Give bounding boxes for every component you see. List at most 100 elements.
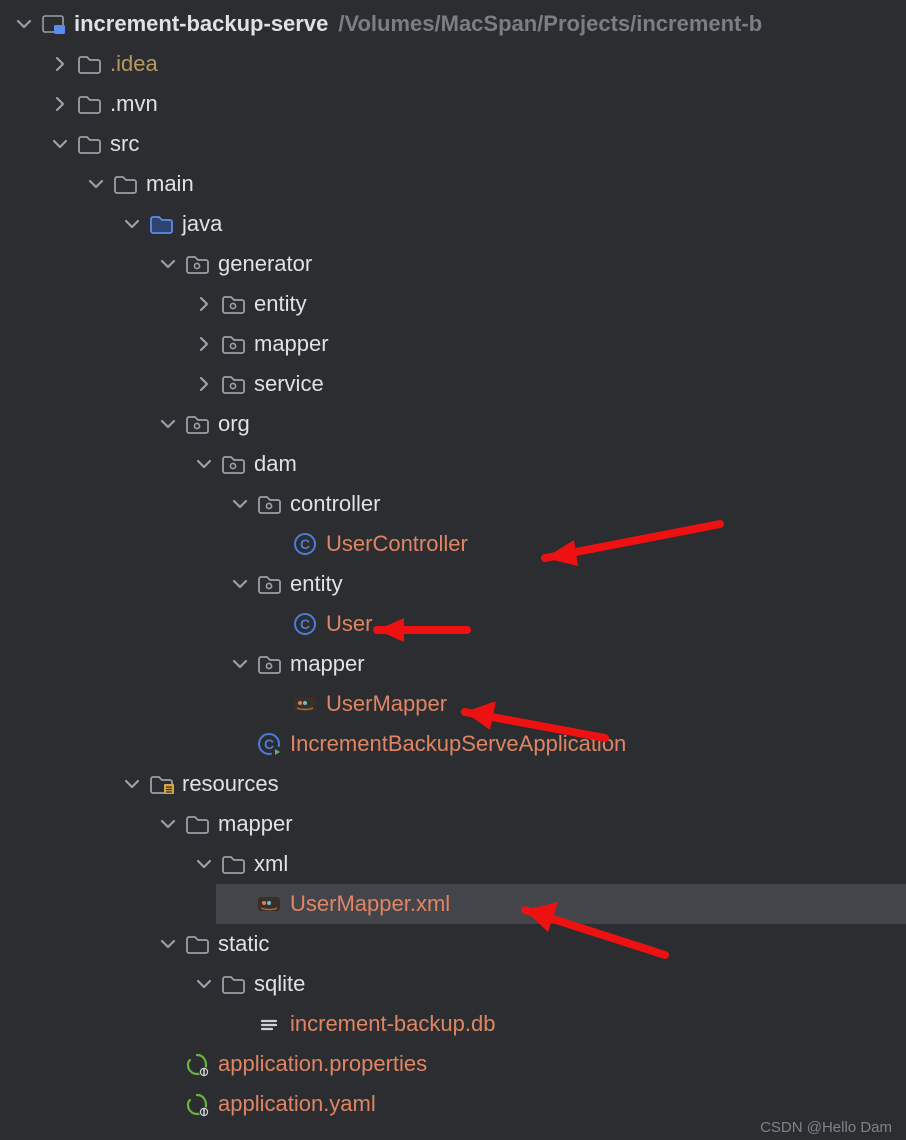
tree-item-label: entity (254, 291, 307, 317)
chevron-down-icon (158, 934, 178, 954)
tree-item-label: java (182, 211, 222, 237)
tree-item-label: application.yaml (218, 1091, 376, 1117)
tree-item-gen-service[interactable]: service (180, 364, 906, 404)
package-icon (184, 251, 210, 277)
tree-item-mapper-res[interactable]: mapper (144, 804, 906, 844)
tree-item-controller[interactable]: controller (216, 484, 906, 524)
tree-item-label: mapper (254, 331, 329, 357)
tree-item-mvn[interactable]: .mvn (36, 84, 906, 124)
tree-item-db-file[interactable]: increment-backup.db (216, 1004, 906, 1044)
tree-item-label: User (326, 611, 372, 637)
spring-config-icon (184, 1051, 210, 1077)
project-tree[interactable]: increment-backup-serve /Volumes/MacSpan/… (0, 0, 906, 1124)
tree-item-label: service (254, 371, 324, 397)
tree-item-path: /Volumes/MacSpan/Projects/increment-b (338, 11, 762, 37)
package-icon (220, 331, 246, 357)
tree-item-generator[interactable]: generator (144, 244, 906, 284)
folder-icon (76, 91, 102, 117)
class-icon (292, 531, 318, 557)
mybatis-icon (292, 691, 318, 717)
tree-item-label: IncrementBackupServeApplication (290, 731, 626, 757)
tree-item-java[interactable]: java (108, 204, 906, 244)
tree-item-gen-entity[interactable]: entity (180, 284, 906, 324)
tree-item-label: .idea (110, 51, 158, 77)
tree-item-user-mapper[interactable]: UserMapper (252, 684, 906, 724)
folder-icon (220, 971, 246, 997)
tree-item-label: dam (254, 451, 297, 477)
tree-item-app-class[interactable]: IncrementBackupServeApplication (216, 724, 906, 764)
tree-item-label: controller (290, 491, 380, 517)
tree-item-label: .mvn (110, 91, 158, 117)
tree-item-gen-mapper[interactable]: mapper (180, 324, 906, 364)
folder-icon (184, 931, 210, 957)
chevron-down-icon (230, 654, 250, 674)
tree-item-dam[interactable]: dam (180, 444, 906, 484)
chevron-down-icon (86, 174, 106, 194)
package-icon (220, 371, 246, 397)
source-folder-icon (148, 211, 174, 237)
chevron-down-icon (230, 574, 250, 594)
chevron-down-icon (194, 454, 214, 474)
chevron-down-icon (158, 254, 178, 274)
spring-config-icon (184, 1091, 210, 1117)
tree-item-user-mapper-xml[interactable]: UserMapper.xml (216, 884, 906, 924)
tree-item-label: generator (218, 251, 312, 277)
tree-item-label: UserController (326, 531, 468, 557)
chevron-right-icon (50, 54, 70, 74)
tree-item-label: increment-backup.db (290, 1011, 495, 1037)
folder-icon (220, 851, 246, 877)
tree-item-label: UserMapper (326, 691, 447, 717)
chevron-down-icon (50, 134, 70, 154)
tree-item-app-props[interactable]: application.properties (144, 1044, 906, 1084)
package-icon (220, 451, 246, 477)
chevron-down-icon (194, 974, 214, 994)
tree-item-mapper-pkg[interactable]: mapper (216, 644, 906, 684)
folder-icon (112, 171, 138, 197)
class-icon (292, 611, 318, 637)
folder-icon (76, 51, 102, 77)
tree-item-main[interactable]: main (72, 164, 906, 204)
tree-item-resources[interactable]: resources (108, 764, 906, 804)
chevron-down-icon (122, 774, 142, 794)
tree-item-label: static (218, 931, 269, 957)
tree-item-static[interactable]: static (144, 924, 906, 964)
tree-item-user-controller[interactable]: UserController (252, 524, 906, 564)
module-icon (40, 11, 66, 37)
resources-folder-icon (148, 771, 174, 797)
chevron-down-icon (230, 494, 250, 514)
tree-item-label: increment-backup-serve (74, 11, 328, 37)
chevron-down-icon (158, 814, 178, 834)
chevron-down-icon (14, 14, 34, 34)
tree-item-idea[interactable]: .idea (36, 44, 906, 84)
tree-item-label: main (146, 171, 194, 197)
tree-item-root[interactable]: increment-backup-serve /Volumes/MacSpan/… (0, 4, 906, 44)
tree-item-sqlite[interactable]: sqlite (180, 964, 906, 1004)
tree-item-label: sqlite (254, 971, 305, 997)
tree-item-src[interactable]: src (36, 124, 906, 164)
package-icon (256, 651, 282, 677)
class-runnable-icon (256, 731, 282, 757)
mybatis-icon (256, 891, 282, 917)
tree-item-label: mapper (290, 651, 365, 677)
package-icon (256, 491, 282, 517)
database-file-icon (256, 1011, 282, 1037)
tree-item-user[interactable]: User (252, 604, 906, 644)
tree-item-label: org (218, 411, 250, 437)
package-icon (256, 571, 282, 597)
chevron-right-icon (194, 334, 214, 354)
tree-item-entity[interactable]: entity (216, 564, 906, 604)
package-icon (184, 411, 210, 437)
package-icon (220, 291, 246, 317)
chevron-right-icon (50, 94, 70, 114)
tree-item-label: src (110, 131, 139, 157)
tree-item-org[interactable]: org (144, 404, 906, 444)
tree-item-label: resources (182, 771, 279, 797)
folder-icon (76, 131, 102, 157)
chevron-down-icon (158, 414, 178, 434)
folder-icon (184, 811, 210, 837)
tree-item-xml[interactable]: xml (180, 844, 906, 884)
watermark: CSDN @Hello Dam (760, 1119, 892, 1136)
tree-item-app-yaml[interactable]: application.yaml (144, 1084, 906, 1124)
chevron-right-icon (194, 294, 214, 314)
chevron-down-icon (194, 854, 214, 874)
